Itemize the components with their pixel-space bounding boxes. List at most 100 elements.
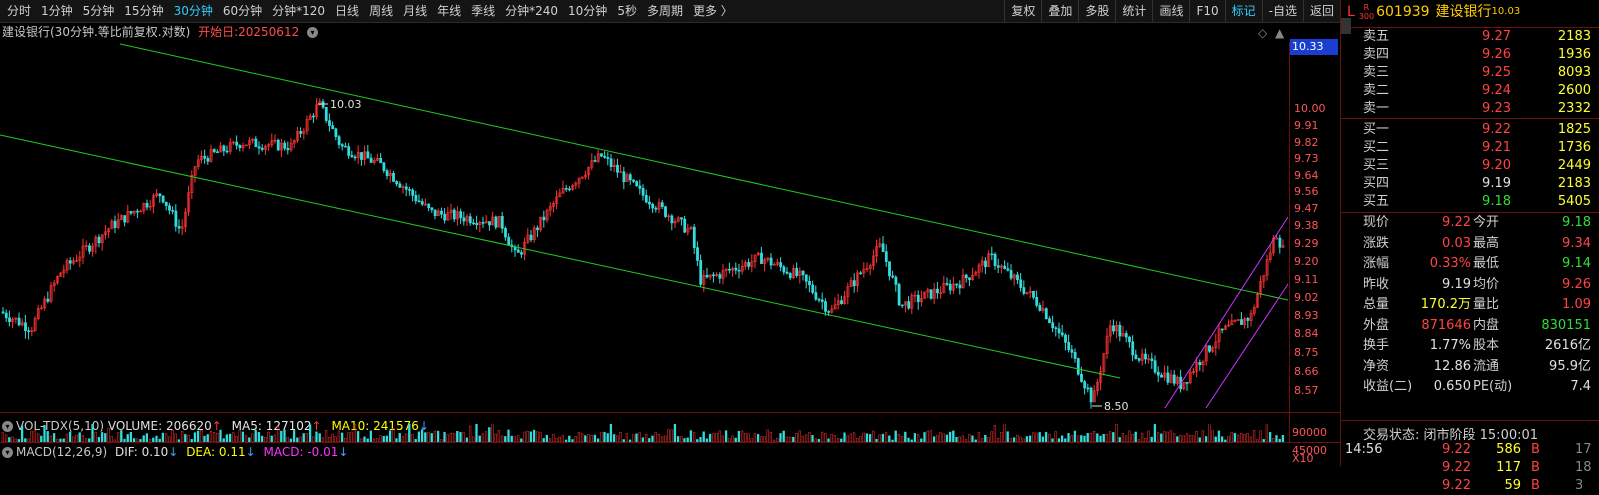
candle-body [494,216,498,228]
toolbar-button[interactable]: 画线 [1152,0,1189,22]
bid-row[interactable]: 买四 9.19 2183 [1341,175,1591,193]
period-tab[interactable]: 月线 [398,0,432,22]
volume-bar [174,433,177,442]
volume-bar [126,434,129,442]
period-tab[interactable]: 季线 [466,0,500,22]
tick-row[interactable]: 9.22 117 B 18 [1341,459,1599,477]
bid-row[interactable]: 买一 9.22 1825 [1341,121,1591,139]
volume-bar [81,434,85,442]
volume-bar [209,431,213,442]
toolbar-button[interactable]: 多股 [1078,0,1115,22]
toolbar-button[interactable]: F10 [1189,0,1224,22]
ask-row[interactable]: 卖一 9.23 2332 [1341,100,1591,118]
period-tab[interactable]: 10分钟 [563,0,612,22]
tick-row[interactable]: 9.22 59 B 3 [1341,477,1599,495]
tick-count: 17 [1575,442,1592,457]
period-tab[interactable]: 5秒 [612,0,642,22]
panel-scroll-handle[interactable] [1341,18,1351,34]
tick-side: B [1531,442,1540,457]
period-tab[interactable]: 5分钟 [78,0,120,22]
toolbar-button[interactable]: 标记 [1224,0,1262,22]
ask-row[interactable]: 卖二 9.24 2600 [1341,82,1591,100]
level-price: 9.18 [1482,194,1511,209]
candle-body [136,210,139,213]
period-tab[interactable]: 多周期 [642,0,688,22]
diamond-icon[interactable]: ◇ [1258,26,1267,40]
volume-bar [1006,431,1009,442]
stat-label: 净资 [1363,358,1390,374]
toolbar-button[interactable]: 返回 [1302,0,1340,22]
candle-body [17,317,21,326]
volume-bar [238,430,241,442]
candle-body [46,298,50,302]
volume-bar [78,432,81,442]
candle-body [235,141,239,146]
bid-row[interactable]: 买三 9.20 2449 [1341,157,1591,175]
period-tab[interactable]: 1分钟 [36,0,78,22]
candle-body [276,139,280,151]
period-tab[interactable]: 更多 〉 [688,0,738,22]
volume-bar-chart[interactable] [0,424,1288,442]
volume-bar [302,433,305,442]
candle-body [113,220,117,228]
toolbar-button[interactable]: 复权 [1004,0,1041,22]
ask-row[interactable]: 卖三 9.25 8093 [1341,64,1591,82]
volume-axis-scale: X10 [1292,452,1314,465]
period-tab[interactable]: 30分钟 [169,0,218,22]
period-tab[interactable]: 年线 [432,0,466,22]
period-toolbar: 分时 1分钟 5分钟 15分钟 30分钟 60分钟 分钟*120 日线 周线 月线 年线 季线 分钟*2… [0,0,1340,23]
period-tab[interactable]: 15分钟 [119,0,168,22]
volume-bar [340,432,344,442]
candle-body [660,202,664,208]
chevron-down-icon[interactable]: ▾ [2,447,13,458]
candle-body [123,215,127,223]
volume-bar [225,434,229,442]
volume-bar [219,429,222,442]
period-tab[interactable]: 分钟*120 [267,0,330,22]
candle-body [379,157,383,164]
candle-body [1051,322,1055,329]
toolbar-button[interactable]: 叠加 [1041,0,1078,22]
volume-bar [654,432,657,442]
volume-bar [1048,433,1051,442]
toolbar-button[interactable]: -自选 [1261,0,1303,22]
candle-body [8,317,11,322]
level-qty: 2449 [1557,158,1591,173]
volume-bar [670,429,673,442]
ask-row[interactable]: 卖五 9.27 2183 [1341,28,1591,46]
price-axis-label: 9.73 [1294,152,1319,166]
candle-body [1044,308,1048,319]
candle-body [593,160,597,162]
period-tab[interactable]: 60分钟 [218,0,267,22]
volume-bar [200,429,203,442]
candle-body [683,218,687,233]
level-qty: 5405 [1557,194,1591,209]
volume-bar [632,434,635,442]
ask-row[interactable]: 卖四 9.26 1936 [1341,46,1591,64]
candle-body [334,128,338,137]
volume-bar [273,434,277,442]
bid-row[interactable]: 买二 9.21 1736 [1341,139,1591,157]
chevron-down-icon[interactable]: ▾ [307,27,319,38]
toolbar-button[interactable]: 统计 [1115,0,1152,22]
tick-row[interactable]: 14:56 9.22 586 B 17 [1341,441,1599,459]
macd-header: ▾ MACD(12,26,9) DIF: 0.10↓ DEA: 0.11↓ MAC… [2,443,348,461]
price-candlestick-chart[interactable]: 10.03 8.50 [0,42,1288,412]
candle-body [174,210,178,227]
candle-body [628,174,632,181]
bid-row[interactable]: 买五 9.18 5405 [1341,193,1591,211]
period-tab[interactable]: 周线 [364,0,398,22]
volume-bar [104,433,107,442]
candle-body [705,274,709,278]
candle-body [996,265,1000,268]
period-tab[interactable]: 分钟*240 [500,0,563,22]
up-arrow-icon[interactable]: ▲ [1275,26,1284,40]
volume-bar [1140,432,1144,442]
period-tab[interactable]: 分时 [2,0,36,22]
volume-bar [702,431,705,442]
volume-bar [164,433,168,442]
volume-bar [1112,432,1115,442]
volume-bar [161,432,165,442]
period-tab[interactable]: 日线 [330,0,364,22]
volume-bar [36,433,40,442]
